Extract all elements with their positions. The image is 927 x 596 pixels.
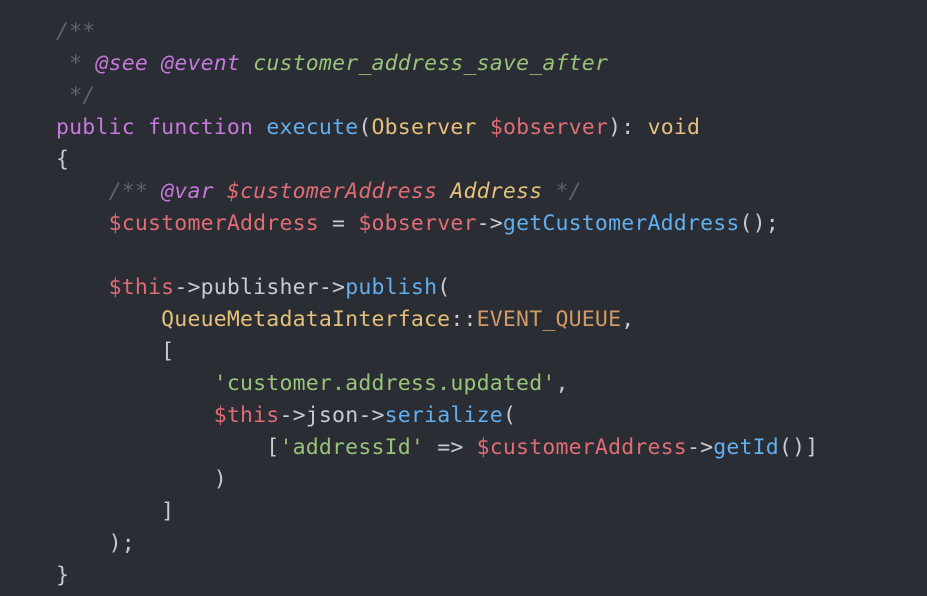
code-line: $customerAddress = $observer->getCustome…: [56, 211, 779, 236]
docblock-open: /**: [56, 19, 95, 44]
method-name: execute: [266, 115, 358, 140]
code-line: /** @var $customerAddress Address */: [56, 179, 582, 204]
code-line: $this->json->serialize(: [56, 403, 516, 428]
return-type: void: [648, 115, 701, 140]
variable: $customerAddress: [109, 211, 319, 236]
see-tag: @see: [95, 51, 148, 76]
code-line: ]: [56, 499, 174, 524]
event-name: customer_address_save_after: [253, 51, 608, 76]
this-var: $this: [109, 275, 175, 300]
function-keyword: function: [148, 115, 253, 140]
doc-var: $customerAddress: [227, 179, 437, 204]
doc-type: Address: [450, 179, 542, 204]
code-line: * @see @event customer_address_save_afte…: [56, 51, 608, 76]
method-call: getId: [713, 435, 779, 460]
docblock-close: */: [56, 83, 95, 108]
param-type: Observer: [372, 115, 477, 140]
method-call: getCustomerAddress: [503, 211, 740, 236]
class-ref: QueueMetadataInterface: [161, 307, 450, 332]
string-literal: 'customer.address.updated': [214, 371, 556, 396]
code-line: 'customer.address.updated',: [56, 371, 569, 396]
brace-close: }: [56, 563, 69, 588]
this-var: $this: [214, 403, 280, 428]
variable: $customerAddress: [477, 435, 687, 460]
code-line: }: [56, 563, 69, 588]
string-literal: 'addressId': [279, 435, 424, 460]
code-line: /**: [56, 19, 95, 44]
code-line: */: [56, 83, 95, 108]
param-var: $observer: [490, 115, 608, 140]
event-tag: @event: [161, 51, 240, 76]
variable: $observer: [358, 211, 476, 236]
brace-open: {: [56, 147, 69, 172]
property: json: [306, 403, 359, 428]
var-tag: @var: [161, 179, 214, 204]
code-line: ): [56, 467, 227, 492]
code-line: public function execute(Observer $observ…: [56, 115, 700, 140]
code-line: [: [56, 339, 174, 364]
method-call: serialize: [385, 403, 503, 428]
code-block: /** * @see @event customer_address_save_…: [0, 0, 927, 592]
code-line: {: [56, 147, 69, 172]
property: publisher: [201, 275, 319, 300]
code-line: QueueMetadataInterface::EVENT_QUEUE,: [56, 307, 634, 332]
constant: EVENT_QUEUE: [477, 307, 622, 332]
method-call: publish: [345, 275, 437, 300]
code-line: ['addressId' => $customerAddress->getId(…: [56, 435, 818, 460]
visibility-keyword: public: [56, 115, 135, 140]
code-line: $this->publisher->publish(: [56, 275, 450, 300]
code-line: );: [56, 531, 135, 556]
